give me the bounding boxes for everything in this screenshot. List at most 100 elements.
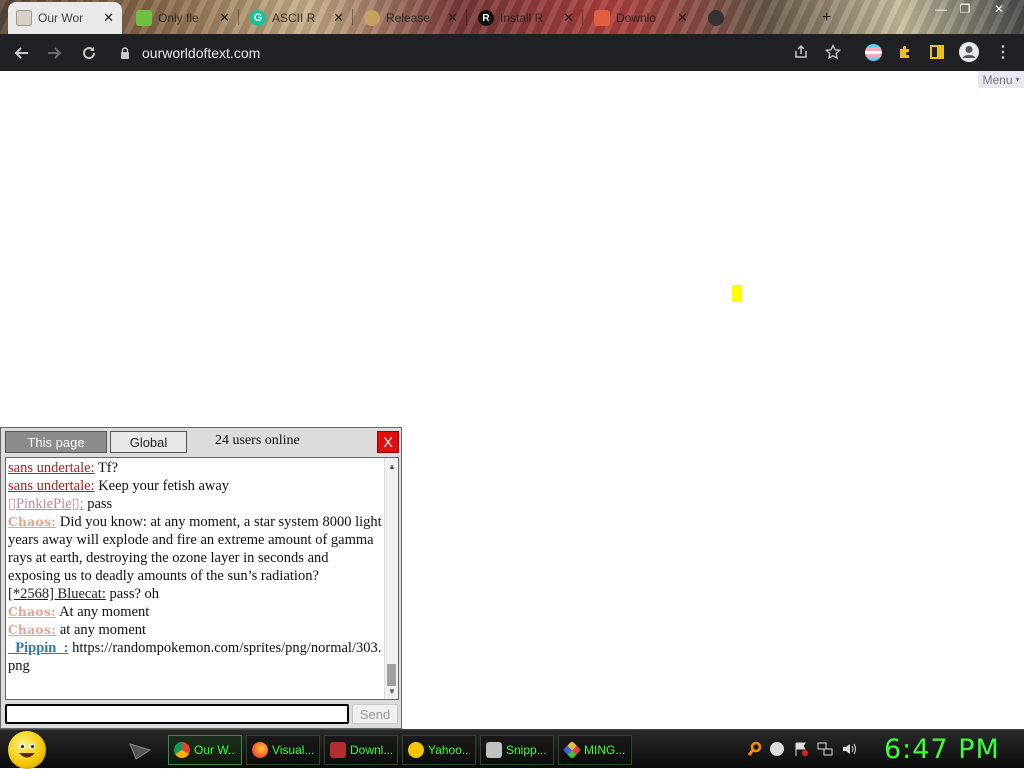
- chat-nick[interactable]: ▯PinkiePie▯:: [8, 496, 84, 512]
- chat-nick[interactable]: sans undertale:: [8, 460, 95, 476]
- task-label: Visual...: [272, 743, 314, 757]
- share-button[interactable]: [786, 37, 816, 67]
- quick-launch-desktop[interactable]: [126, 738, 156, 764]
- close-tab-icon[interactable]: ✕: [447, 10, 458, 26]
- tab-this-page[interactable]: This page: [5, 431, 107, 453]
- avatar-icon: [959, 42, 979, 62]
- shield-icon: [708, 10, 724, 26]
- tray-network[interactable]: [816, 740, 834, 758]
- close-tab-icon[interactable]: ✕: [563, 10, 574, 26]
- chat-message: [*2568] Bluecat: pass? oh: [8, 585, 384, 603]
- chrome-icon: [174, 742, 190, 758]
- tab-separator: [238, 9, 239, 25]
- chat-nick[interactable]: _Pippin_:: [8, 640, 68, 656]
- search-icon: [747, 741, 762, 756]
- tray-action-center[interactable]: [792, 740, 810, 758]
- chat-nick[interactable]: sans undertale:: [8, 478, 95, 494]
- flag-icon: [864, 43, 882, 61]
- task-download[interactable]: Downl...: [324, 735, 398, 765]
- tab-global[interactable]: Global: [110, 431, 187, 453]
- back-button[interactable]: [6, 38, 36, 68]
- task-mingw[interactable]: MING...: [558, 735, 632, 765]
- maximize-button[interactable]: ❐: [950, 0, 980, 18]
- scroll-thumb[interactable]: [387, 664, 396, 686]
- forward-arrow-icon: [48, 46, 62, 59]
- scissors-icon: [486, 742, 502, 758]
- tab-title: Install R: [500, 11, 544, 25]
- task-label: Snipp...: [506, 743, 547, 757]
- download-icon: [330, 742, 346, 758]
- new-tab-button[interactable]: +: [814, 2, 840, 34]
- reload-icon: [83, 46, 96, 59]
- scroll-up-icon[interactable]: ▲: [385, 460, 398, 472]
- tab-partial[interactable]: [700, 2, 740, 34]
- message-list: sans undertale: Tf? sans undertale: Keep…: [8, 459, 384, 675]
- tray-volume[interactable]: [840, 740, 858, 758]
- start-button[interactable]: [8, 731, 46, 769]
- chat-text: Tf?: [97, 460, 119, 476]
- world-canvas[interactable]: Menu ▾ This page Global 24 users online …: [0, 71, 1024, 729]
- chat-nick[interactable]: Chaos:: [8, 515, 56, 529]
- download-page-icon: [594, 10, 610, 26]
- tab-separator: [582, 9, 583, 25]
- tab-release[interactable]: Release ✕: [356, 2, 466, 34]
- side-panel-button[interactable]: [922, 37, 952, 67]
- close-tab-icon[interactable]: ✕: [333, 10, 344, 26]
- tray-messenger[interactable]: [768, 740, 786, 758]
- close-tab-icon[interactable]: ✕: [677, 10, 688, 26]
- chat-message: sans undertale: Tf?: [8, 459, 384, 477]
- chat-nick[interactable]: Chaos:: [8, 623, 56, 637]
- tab-title: Downlo: [616, 11, 657, 25]
- chat-text: Keep your fetish away: [98, 478, 230, 494]
- chat-scrollbar[interactable]: ▲ ▼: [384, 458, 398, 699]
- puzzle-icon: [900, 46, 909, 58]
- tab-title: Release: [386, 11, 431, 25]
- tray-search[interactable]: [746, 740, 764, 758]
- tab-ascii[interactable]: G ASCII R ✕: [242, 2, 352, 34]
- chat-text: Did you know: at any moment, a star syst…: [8, 514, 382, 584]
- bookmark-button[interactable]: [818, 37, 848, 67]
- task-label: Our W...: [194, 743, 236, 757]
- text-cursor: [732, 285, 742, 302]
- menu-button[interactable]: Menu ▾: [978, 71, 1024, 88]
- send-button[interactable]: Send: [352, 704, 398, 724]
- tab-only-files[interactable]: Only fle ✕: [128, 2, 238, 34]
- tab-install-r[interactable]: R Install R ✕: [470, 2, 582, 34]
- chat-close-button[interactable]: X: [377, 431, 399, 453]
- task-chrome[interactable]: Our W...: [168, 735, 242, 765]
- task-visual[interactable]: Visual...: [246, 735, 320, 765]
- smiley-start-icon: [19, 743, 35, 758]
- chat-message: Chaos: Did you know: at any moment, a st…: [8, 513, 384, 585]
- browser-menu-button[interactable]: ⋮: [988, 37, 1018, 67]
- yahoo-icon: [408, 742, 424, 758]
- close-icon: ✕: [993, 2, 1005, 16]
- star-icon: [825, 44, 841, 60]
- chat-log[interactable]: sans undertale: Tf? sans undertale: Keep…: [5, 457, 399, 700]
- tab-download[interactable]: Downlo ✕: [586, 2, 696, 34]
- tab-title: Only fle: [158, 11, 199, 25]
- close-tab-icon[interactable]: ✕: [219, 10, 230, 26]
- share-icon: [795, 44, 807, 58]
- close-tab-icon[interactable]: ✕: [103, 10, 114, 26]
- chat-input[interactable]: [5, 704, 349, 724]
- tab-our-world-of-text[interactable]: Our Wor ✕: [8, 2, 122, 34]
- forward-button[interactable]: [40, 38, 70, 68]
- plus-icon: +: [822, 9, 832, 26]
- task-yahoo[interactable]: Yahoo...: [402, 735, 476, 765]
- profile-button[interactable]: [954, 37, 984, 67]
- scroll-down-icon[interactable]: ▼: [385, 685, 398, 697]
- chat-nick[interactable]: [*2568] Bluecat:: [8, 586, 106, 602]
- owot-favicon-icon: [16, 10, 32, 26]
- tab-separator: [466, 9, 467, 25]
- chat-nick[interactable]: Chaos:: [8, 605, 56, 619]
- close-window-button[interactable]: ✕: [984, 0, 1014, 18]
- address-bar[interactable]: ourworldoftext.com: [108, 38, 850, 67]
- taskbar-clock[interactable]: 6:47 PM: [884, 734, 1000, 765]
- extensions-button[interactable]: [890, 37, 920, 67]
- browser-toolbar: ourworldoftext.com ⋮: [0, 34, 1024, 71]
- extension-flag-button[interactable]: [858, 37, 888, 67]
- reload-button[interactable]: [74, 38, 104, 68]
- show-desktop-icon: [129, 743, 152, 760]
- release-icon: [364, 10, 380, 26]
- task-snipping[interactable]: Snipp...: [480, 735, 554, 765]
